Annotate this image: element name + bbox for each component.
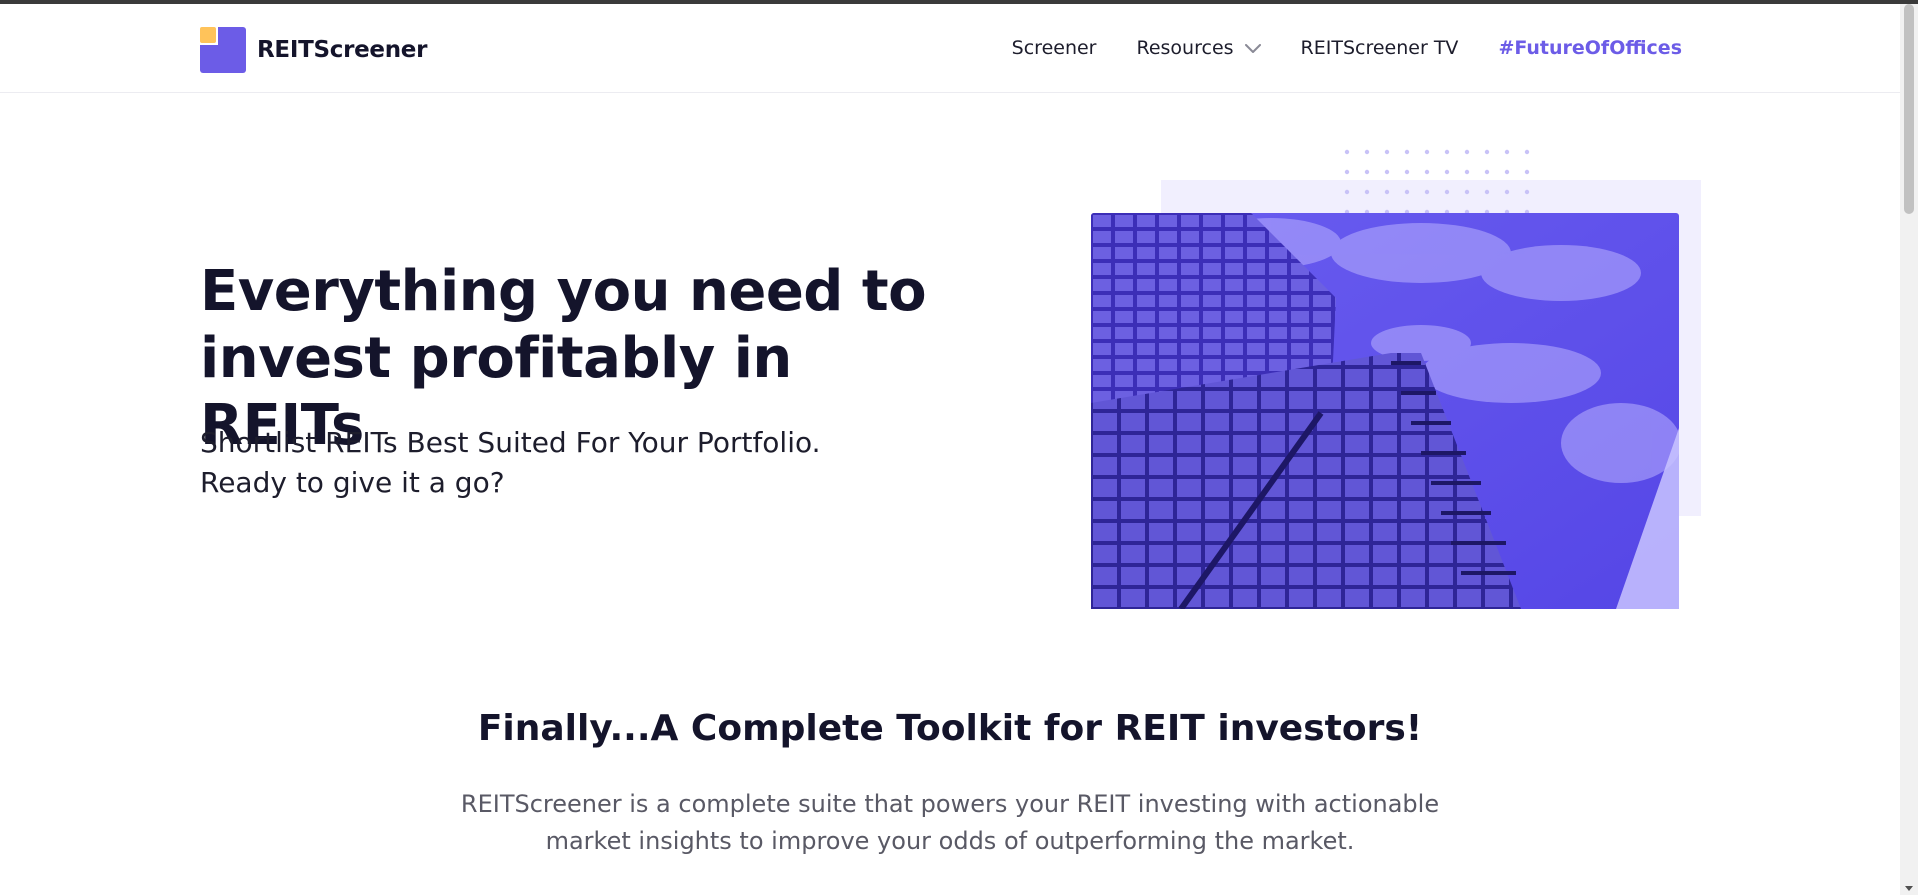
nav-item-label: Resources	[1136, 37, 1234, 59]
chevron-down-icon	[1244, 37, 1261, 59]
nav-item-label: Screener	[1011, 37, 1097, 59]
nav-item-label: REITScreener TV	[1300, 37, 1459, 59]
nav-item-label: #FutureOfOffices	[1498, 37, 1682, 59]
nav-item-screener[interactable]: Screener	[1012, 37, 1097, 59]
logo[interactable]: REITScreener	[200, 27, 427, 73]
logo-text: REITScreener	[257, 37, 428, 63]
section-body: REITScreener is a complete suite that po…	[460, 790, 1440, 855]
section-title: Finally...A Complete Toolkit for REIT in…	[477, 708, 1423, 749]
page-scrollbar[interactable]	[1900, 4, 1918, 895]
hero-subtitle-line-1: Shortlist REITs Best Suited For Your Por…	[200, 426, 821, 459]
main-nav: Screener Resources REITScreener TV #Futu…	[972, 37, 1682, 59]
scroll-down-arrow-icon[interactable]	[1905, 886, 1913, 891]
decorative-dots	[1344, 149, 1530, 215]
nav-item-resources[interactable]: Resources	[1137, 37, 1261, 59]
site-header: REITScreener Screener Resources REITScre…	[0, 4, 1900, 93]
hero-subtitle-line-2: Ready to give it a go?	[200, 466, 505, 499]
hero-building-image	[1091, 213, 1679, 609]
hero-subtitle: Shortlist REITs Best Suited For Your Por…	[200, 423, 920, 503]
nav-item-future-of-offices[interactable]: #FutureOfOffices	[1498, 37, 1682, 59]
nav-item-reitscreener-tv[interactable]: REITScreener TV	[1301, 37, 1459, 59]
scrollbar-thumb[interactable]	[1904, 4, 1914, 214]
logo-mark-icon	[200, 27, 246, 73]
